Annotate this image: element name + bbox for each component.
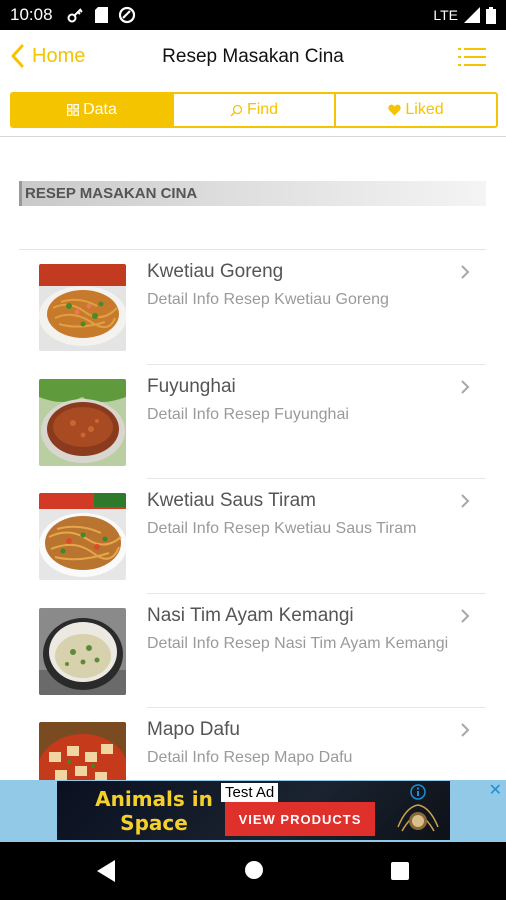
astronaut-dog-icon xyxy=(397,804,439,832)
list-item[interactable]: Fuyunghai Detail Info Resep Fuyunghai xyxy=(19,365,486,479)
chevron-right-icon xyxy=(461,723,470,737)
recipe-thumbnail xyxy=(39,722,126,780)
recipe-description: Detail Info Resep Fuyunghai xyxy=(147,405,349,423)
ad-test-tag: Test Ad xyxy=(221,783,279,802)
tab-liked[interactable]: Liked xyxy=(334,94,496,126)
ad-headline: Animals in Space xyxy=(95,787,213,835)
recipe-thumbnail xyxy=(39,607,126,695)
recipe-title: Kwetiau Saus Tiram xyxy=(147,490,316,511)
network-type: LTE xyxy=(433,7,458,23)
tab-data-label: Data xyxy=(83,101,117,118)
key-icon xyxy=(67,8,83,23)
ad-cta-button[interactable]: VIEW PRODUCTS xyxy=(225,802,375,836)
list-item[interactable]: Mapo Dafu Detail Info Resep Mapo Dafu xyxy=(19,708,486,780)
status-right: LTE xyxy=(433,6,496,24)
chevron-right-icon xyxy=(461,379,470,394)
search-icon xyxy=(230,104,243,117)
sd-card-icon xyxy=(94,7,108,23)
chevron-right-icon xyxy=(461,494,470,508)
recipe-list: Kwetiau Goreng Detail Info Resep Kwetiau… xyxy=(19,249,486,780)
back-button[interactable]: Home xyxy=(10,44,85,68)
home-circle-icon[interactable] xyxy=(244,860,264,880)
notification-icons xyxy=(67,6,136,24)
back-label: Home xyxy=(32,44,86,67)
app-screen: 10:08 LTE Home Resep Masakan Cina Data F… xyxy=(0,0,506,900)
navigation-bar: Home Resep Masakan Cina xyxy=(0,30,506,85)
recipe-description: Detail Info Resep Kwetiau Saus Tiram xyxy=(147,520,417,537)
section-header: RESEP MASAKAN CINA xyxy=(19,181,486,206)
tab-liked-label: Liked xyxy=(405,101,444,118)
recipe-thumbnail xyxy=(39,493,126,580)
chevron-right-icon xyxy=(461,608,470,623)
status-bar: 10:08 LTE xyxy=(0,0,506,30)
chevron-right-icon xyxy=(461,265,470,279)
list-item[interactable]: Kwetiau Goreng Detail Info Resep Kwetiau… xyxy=(19,250,486,365)
list-item[interactable]: Kwetiau Saus Tiram Detail Info Resep Kwe… xyxy=(19,479,486,594)
tab-bar: Data Find Liked xyxy=(10,92,498,128)
recents-square-icon[interactable] xyxy=(391,862,409,880)
battery-icon xyxy=(486,6,496,24)
data-saver-icon xyxy=(118,6,135,24)
recipe-description: Detail Info Resep Kwetiau Goreng xyxy=(147,291,389,308)
grid-icon xyxy=(67,104,79,116)
recipe-thumbnail xyxy=(39,378,126,466)
tab-data[interactable]: Data xyxy=(12,94,172,126)
tab-find[interactable]: Find xyxy=(172,94,334,126)
status-time: 10:08 xyxy=(10,5,53,24)
list-menu-icon xyxy=(458,48,486,66)
chevron-left-icon xyxy=(11,44,24,68)
recipe-title: Mapo Dafu xyxy=(147,719,240,740)
heart-icon xyxy=(388,104,402,116)
recipe-title: Fuyunghai xyxy=(147,375,236,397)
recipe-title: Nasi Tim Ayam Kemangi xyxy=(147,604,354,626)
menu-button[interactable] xyxy=(458,47,486,72)
recipe-content[interactable]: RESEP MASAKAN CINA Kwetiau Goreng Detail… xyxy=(0,137,506,780)
signal-icon xyxy=(464,7,480,23)
recipe-title: Kwetiau Goreng xyxy=(147,261,284,282)
back-triangle-icon[interactable] xyxy=(97,860,115,882)
ad-creative[interactable]: Animals in Space VIEW PRODUCTS Test Ad xyxy=(57,781,450,840)
ad-banner: Animals in Space VIEW PRODUCTS Test Ad ✕ xyxy=(0,780,506,842)
recipe-description: Detail Info Resep Mapo Dafu xyxy=(147,749,353,766)
recipe-thumbnail xyxy=(39,264,126,351)
tab-find-label: Find xyxy=(246,101,279,118)
list-item[interactable]: Nasi Tim Ayam Kemangi Detail Info Resep … xyxy=(19,594,486,708)
ad-close-icon[interactable]: ✕ xyxy=(489,780,502,800)
recipe-description: Detail Info Resep Nasi Tim Ayam Kemangi xyxy=(147,634,449,652)
system-navigation-bar xyxy=(0,842,506,900)
